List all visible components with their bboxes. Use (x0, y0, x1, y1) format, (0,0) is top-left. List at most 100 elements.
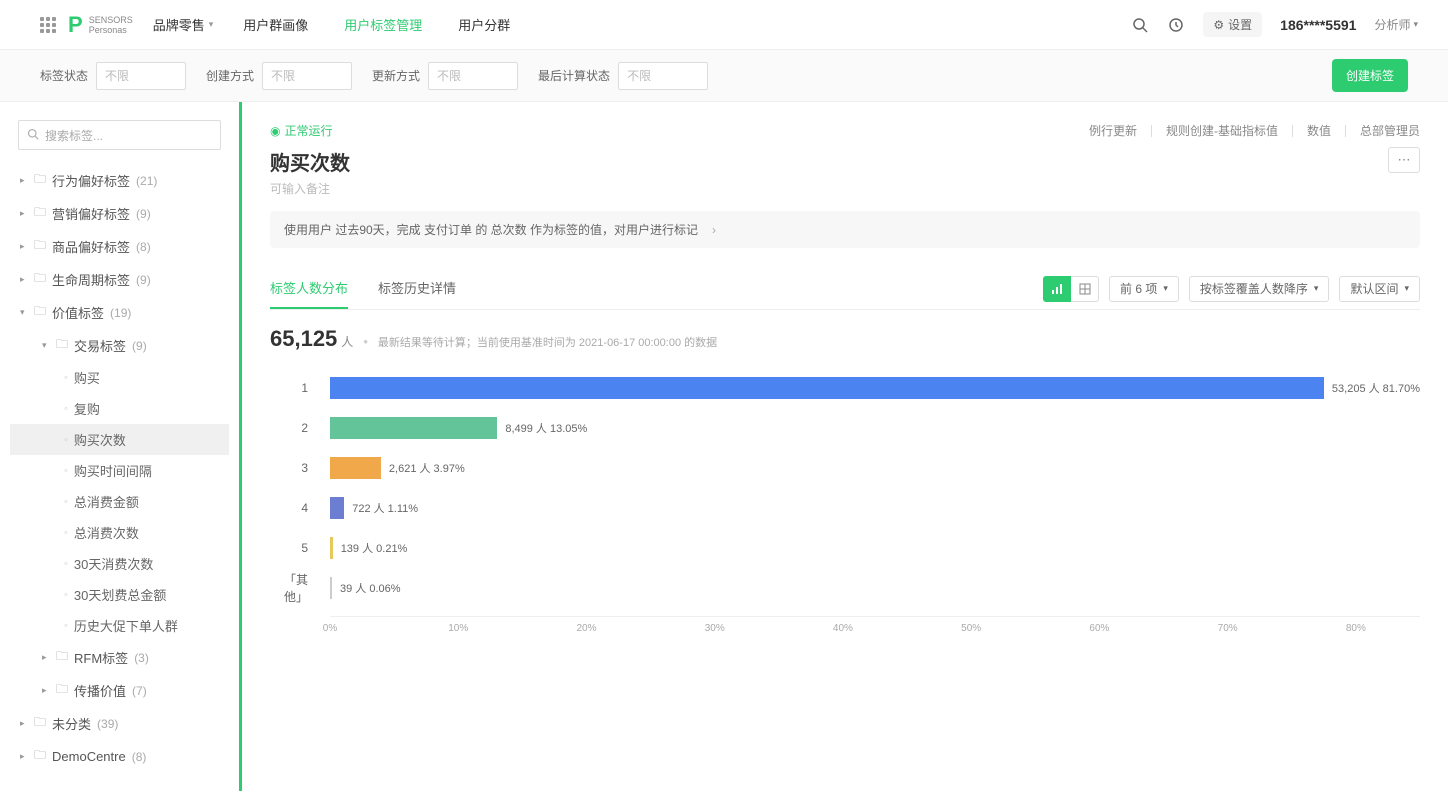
tree-count: (21) (136, 174, 157, 188)
axis-tick: 80% (1346, 623, 1366, 634)
user-phone: 186****5591 (1280, 17, 1356, 33)
tab[interactable]: 标签人数分布 (270, 268, 348, 309)
distribution-chart: 153,205 人 81.70%28,499 人 13.05%32,621 人 … (270, 368, 1420, 636)
tag-icon: ◦ (64, 434, 68, 446)
tree-folder[interactable]: ▸🗀行为偏好标签(21) (10, 164, 229, 197)
interval-select[interactable]: 默认区间▾ (1339, 276, 1420, 302)
tree-folder[interactable]: ▾🗀价值标签(19) (10, 296, 229, 329)
caret-icon: ▸ (42, 652, 52, 663)
filter-select[interactable]: 不限 (262, 62, 352, 90)
create-tag-button[interactable]: 创建标签 (1332, 59, 1408, 92)
bar[interactable] (330, 497, 344, 519)
chevron-right-icon: › (712, 223, 716, 237)
tree-leaf[interactable]: ◦购买时间间隔 (10, 455, 229, 486)
topn-select[interactable]: 前 6 项▾ (1109, 276, 1179, 302)
rule-description[interactable]: 使用用户 过去90天，完成 支付订单 的 总次数 作为标签的值，对用户进行标记 … (270, 211, 1420, 248)
tree-leaf[interactable]: ◦复购 (10, 393, 229, 424)
axis-tick: 50% (961, 623, 981, 634)
bar-view-button[interactable] (1043, 276, 1071, 302)
bar-value: 2,621 人 3.97% (389, 460, 465, 476)
tree-leaf[interactable]: ◦历史大促下单人群 (10, 610, 229, 641)
tag-icon: ◦ (64, 527, 68, 539)
detail-tabs: 标签人数分布标签历史详情 (270, 268, 456, 309)
action-link[interactable]: 例行更新 (1089, 122, 1137, 139)
tree-folder[interactable]: ▸🗀未分类(39) (10, 707, 229, 740)
tree-folder[interactable]: ▸🗀营销偏好标签(9) (10, 197, 229, 230)
tag-icon: ◦ (64, 558, 68, 570)
tree-label: 交易标签 (74, 336, 126, 355)
axis-tick: 0% (323, 623, 337, 634)
tree-label: 购买次数 (74, 430, 126, 449)
clock-icon[interactable] (1167, 16, 1185, 34)
tree-folder[interactable]: ▸🗀商品偏好标签(8) (10, 230, 229, 263)
tree-folder[interactable]: ▸ 🗀 传播价值 (7) (10, 674, 229, 707)
folder-icon: 🗀 (34, 203, 46, 224)
tag-icon: ◦ (64, 465, 68, 477)
tree-label: 传播价值 (74, 681, 126, 700)
tree-leaf[interactable]: ◦总消费次数 (10, 517, 229, 548)
folder-icon: 🗀 (34, 236, 46, 257)
tree-label: 30天划费总金额 (74, 585, 166, 604)
tree-folder[interactable]: ▸🗀生命周期标签(9) (10, 263, 229, 296)
action-link[interactable]: 规则创建-基础指标值 (1166, 122, 1278, 139)
filter-select[interactable]: 不限 (96, 62, 186, 90)
nav-item[interactable]: 用户群画像 (243, 15, 308, 34)
tree-leaf[interactable]: ◦总消费金额 (10, 486, 229, 517)
nav-item[interactable]: 用户标签管理 (344, 15, 422, 34)
filter-label: 创建方式 (206, 67, 254, 84)
filter-label: 更新方式 (372, 67, 420, 84)
tree-count: (9) (132, 339, 147, 353)
check-circle-icon: ◉ (270, 124, 280, 138)
tree-folder[interactable]: ▸🗀RFM标签(3) (10, 641, 229, 674)
filter-item: 标签状态不限 (40, 62, 186, 90)
filter-select[interactable]: 不限 (618, 62, 708, 90)
nav-item[interactable]: 用户分群 (458, 15, 510, 34)
filter-label: 标签状态 (40, 67, 88, 84)
brand-selector[interactable]: 品牌零售▾ (153, 15, 214, 34)
tree-leaf[interactable]: ◦ 购买次数 (10, 424, 229, 455)
action-link[interactable]: 总部管理员 (1360, 122, 1420, 139)
chart-row: 「其他」39 人 0.06% (330, 568, 1420, 608)
caret-icon: ▸ (20, 718, 30, 729)
search-icon (27, 128, 39, 143)
bar[interactable] (330, 417, 497, 439)
page-subtitle[interactable]: 可输入备注 (270, 180, 350, 197)
bar-value: 722 人 1.11% (352, 500, 418, 516)
product-logo: P SENSORS Personas (68, 12, 133, 38)
more-button[interactable]: ⋯ (1388, 147, 1420, 173)
tree-label: 营销偏好标签 (52, 204, 130, 223)
tree-label: 历史大促下单人群 (74, 616, 178, 635)
bar[interactable] (330, 577, 332, 599)
tree-folder[interactable]: ▾🗀交易标签(9) (10, 329, 229, 362)
action-link[interactable]: 数值 (1307, 122, 1331, 139)
main-panel: ◉ 正常运行 例行更新规则创建-基础指标值数值总部管理员 购买次数 可输入备注 … (239, 102, 1448, 791)
sort-select[interactable]: 按标签覆盖人数降序▾ (1189, 276, 1330, 302)
bar-label: 3 (270, 461, 320, 475)
search-icon[interactable] (1131, 16, 1149, 34)
tree-leaf[interactable]: ◦30天划费总金额 (10, 579, 229, 610)
chart-row: 4722 人 1.11% (330, 488, 1420, 528)
settings-button[interactable]: ⚙ 设置 (1203, 12, 1262, 37)
user-role[interactable]: 分析师▾ (1374, 16, 1418, 33)
bar[interactable] (330, 457, 381, 479)
chart-row: 28,499 人 13.05% (330, 408, 1420, 448)
bar-value: 53,205 人 81.70% (1332, 380, 1420, 396)
tree-leaf[interactable]: ◦30天消费次数 (10, 548, 229, 579)
chart-row: 5139 人 0.21% (330, 528, 1420, 568)
bar[interactable] (330, 537, 333, 559)
table-view-button[interactable] (1071, 276, 1099, 302)
filter-select[interactable]: 不限 (428, 62, 518, 90)
apps-grid-icon[interactable] (40, 17, 56, 33)
caret-icon: ▸ (42, 685, 52, 696)
folder-icon: 🗀 (56, 680, 68, 701)
tree-folder[interactable]: ▸🗀DemoCentre(8) (10, 740, 229, 773)
tree-count: (7) (132, 684, 147, 698)
sidebar-search-input[interactable]: 搜索标签... (18, 120, 221, 150)
bar[interactable] (330, 377, 1324, 399)
filter-item: 更新方式不限 (372, 62, 518, 90)
axis-tick: 10% (448, 623, 468, 634)
tree-label: 总消费金额 (74, 492, 139, 511)
tree-label: 价值标签 (52, 303, 104, 322)
tab[interactable]: 标签历史详情 (378, 268, 456, 309)
tree-leaf[interactable]: ◦购买 (10, 362, 229, 393)
